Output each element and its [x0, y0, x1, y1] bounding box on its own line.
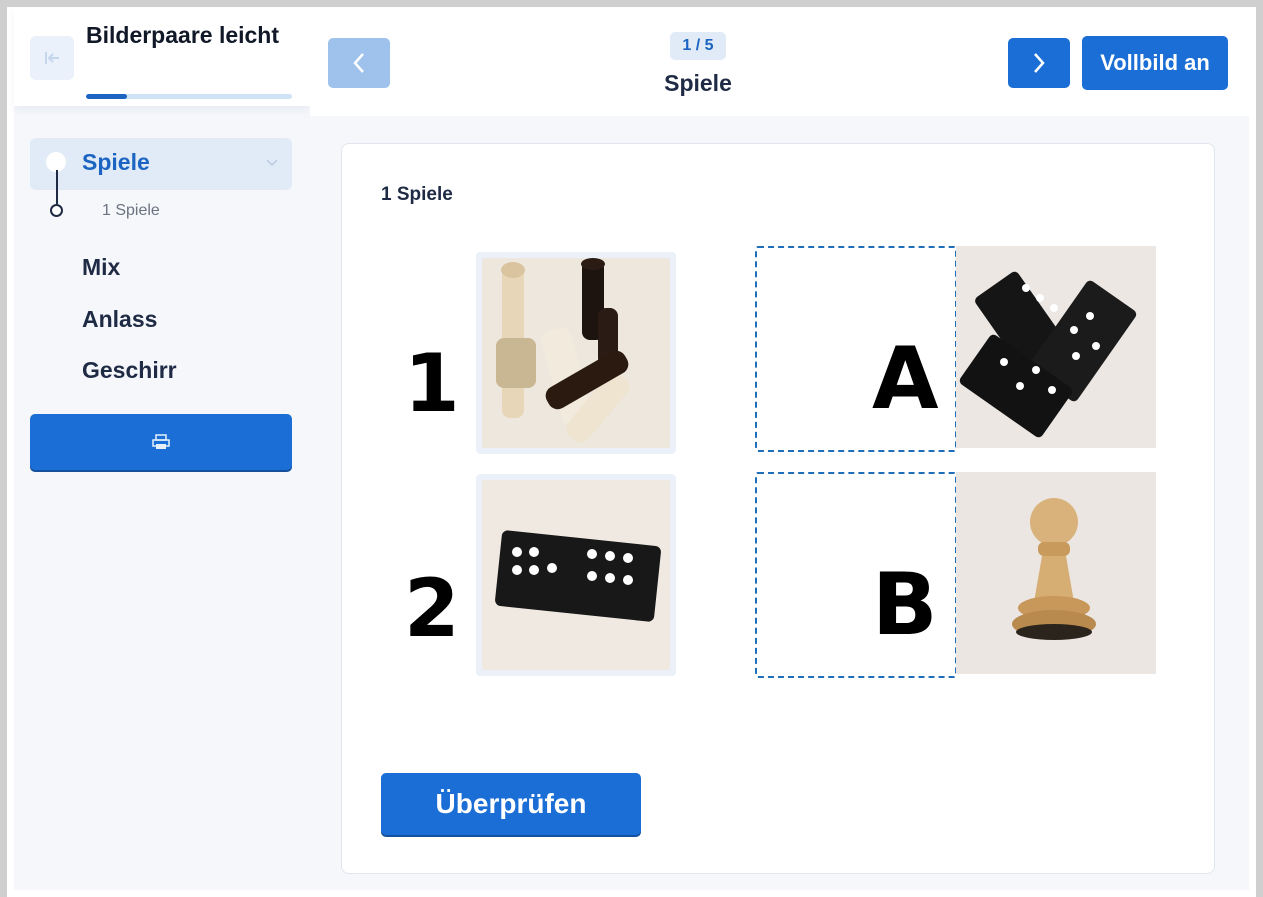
- exercise-title: 1 Spiele: [381, 184, 453, 205]
- fullscreen-button[interactable]: Vollbild an: [1082, 36, 1228, 90]
- sidebar: Bilderpaare leicht Spiele 1 Spiele Mix A…: [14, 8, 310, 890]
- sidebar-item-label: Spiele: [82, 149, 150, 175]
- print-button[interactable]: [30, 414, 292, 470]
- course-progress: [86, 94, 292, 99]
- domino-pile-photo: [956, 246, 1156, 448]
- active-dot-icon: [46, 152, 66, 172]
- topbar: 1 / 5 Spiele Vollbild an: [310, 8, 1249, 116]
- previous-button[interactable]: [328, 38, 390, 88]
- page-counter: 1 / 5: [670, 32, 726, 60]
- item-letter-a: A: [872, 329, 939, 429]
- print-icon: [152, 434, 170, 449]
- tree-node-icon: [50, 204, 63, 217]
- chess-pieces-photo: [482, 258, 670, 448]
- chevron-left-icon: [353, 53, 364, 73]
- sidebar-item-geschirr[interactable]: Geschirr: [82, 357, 177, 384]
- collapse-left-icon: [45, 52, 59, 64]
- item-number-1: 1: [404, 337, 460, 430]
- next-button[interactable]: [1008, 38, 1070, 88]
- collapse-sidebar-button[interactable]: [30, 36, 74, 80]
- sidebar-item-spiele[interactable]: Spiele: [30, 138, 292, 190]
- sidebar-item-mix[interactable]: Mix: [82, 254, 120, 281]
- draggable-image-1[interactable]: [476, 252, 676, 454]
- domino-tile-photo: [482, 480, 670, 670]
- course-title: Bilderpaare leicht: [86, 22, 280, 48]
- chevron-right-icon: [1034, 53, 1045, 73]
- wooden-pawn-photo: [956, 472, 1156, 674]
- draggable-image-2[interactable]: [476, 474, 676, 676]
- sidebar-header: Bilderpaare leicht: [14, 8, 310, 106]
- page-title: Spiele: [664, 70, 732, 96]
- item-letter-b: B: [872, 555, 938, 655]
- sidebar-subitem-1-spiele[interactable]: 1 Spiele: [102, 202, 160, 220]
- tree-connector: [56, 170, 58, 204]
- check-button[interactable]: Überprüfen: [381, 773, 641, 835]
- item-number-2: 2: [404, 562, 460, 655]
- chevron-down-icon: [266, 154, 278, 170]
- course-progress-fill: [86, 94, 128, 99]
- sidebar-item-anlass[interactable]: Anlass: [82, 306, 157, 333]
- exercise-card: 1 Spiele 1 2 A B Überprüfen: [341, 143, 1215, 874]
